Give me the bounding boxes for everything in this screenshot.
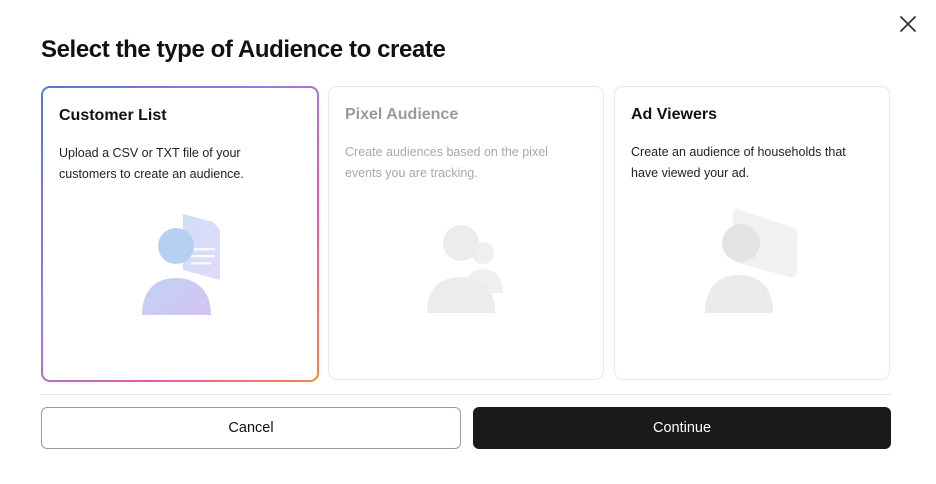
person-with-group-icon xyxy=(425,221,507,318)
footer-divider xyxy=(41,394,891,395)
card-description: Create an audience of households that ha… xyxy=(631,145,846,180)
audience-card-customer-list[interactable]: Customer List Upload a CSV or TXT file o… xyxy=(41,86,319,382)
close-icon xyxy=(900,16,916,32)
continue-button[interactable]: Continue xyxy=(473,407,891,449)
card-title: Pixel Audience xyxy=(345,106,459,123)
person-with-screen-icon xyxy=(703,205,803,320)
audience-card-ad-viewers[interactable]: Ad Viewers Create an audience of househo… xyxy=(614,86,890,380)
card-description: Upload a CSV or TXT file of your custome… xyxy=(59,146,244,181)
dialog-title: Select the type of Audience to create xyxy=(41,36,446,63)
card-title: Ad Viewers xyxy=(631,106,717,123)
card-title: Customer List xyxy=(59,107,167,124)
cancel-button[interactable]: Cancel xyxy=(41,407,461,449)
close-button[interactable] xyxy=(896,12,920,36)
create-audience-dialog: Select the type of Audience to create Cu… xyxy=(0,0,936,484)
audience-card-pixel-audience[interactable]: Pixel Audience Create audiences based on… xyxy=(328,86,604,380)
person-with-document-icon xyxy=(141,212,223,321)
audience-type-options: Customer List Upload a CSV or TXT file o… xyxy=(41,86,891,382)
card-description: Create audiences based on the pixel even… xyxy=(345,145,548,180)
